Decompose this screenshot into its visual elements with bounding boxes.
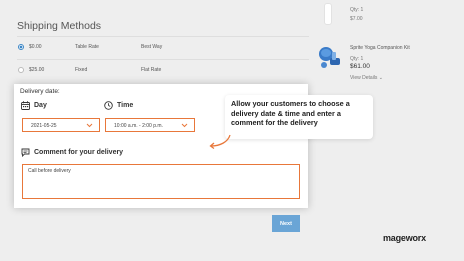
- radio-unselected-icon[interactable]: [18, 67, 24, 73]
- comment-label: Comment for your delivery: [21, 148, 123, 157]
- shipping-price: $25.00: [29, 67, 45, 73]
- divider: [17, 59, 309, 60]
- shipping-row-fixed[interactable]: $25.00 Fixed Flat Rate: [17, 64, 309, 78]
- divider: [17, 36, 309, 37]
- item-qty: Qty: 1: [350, 7, 364, 13]
- calendar-icon: [21, 101, 30, 110]
- shipping-price: $0.00: [29, 44, 42, 50]
- chevron-down-icon: [181, 123, 188, 128]
- time-select-value: 10:00 a.m. - 2:00 p.m.: [114, 123, 163, 129]
- curved-arrow-icon: [209, 134, 231, 150]
- day-label: Day: [21, 101, 47, 110]
- shipping-row-table-rate[interactable]: $0.00 Table Rate Best Way: [17, 41, 309, 55]
- chevron-down-icon: [86, 123, 93, 128]
- comment-label-text: Comment for your delivery: [34, 149, 124, 156]
- day-select-value: 2021-05-25: [31, 123, 57, 129]
- brand-logo: mageworx: [383, 233, 426, 243]
- checkout-page: Shipping Methods $0.00 Table Rate Best W…: [0, 0, 464, 261]
- day-label-text: Day: [34, 102, 47, 109]
- day-select[interactable]: 2021-05-25: [22, 118, 100, 132]
- shipping-method: Fixed: [75, 67, 88, 73]
- item-price: $7.00: [350, 16, 363, 22]
- order-summary: Qty: 1 $7.00 Sprite Yoga Companion Kit Q…: [308, 0, 460, 90]
- time-select[interactable]: 10:00 a.m. - 2:00 p.m.: [105, 118, 195, 132]
- clock-icon: [104, 101, 113, 110]
- radio-selected-icon[interactable]: [18, 44, 24, 50]
- comment-icon: [21, 148, 30, 157]
- shipping-carrier: Best Way: [141, 44, 163, 50]
- yoga-kit-product-image: [319, 47, 340, 68]
- time-label-text: Time: [117, 102, 134, 109]
- next-button[interactable]: Next: [272, 215, 300, 232]
- product-thumbnail: [324, 3, 332, 25]
- shipping-carrier: Flat Rate: [141, 67, 162, 73]
- shipping-methods-title: Shipping Methods: [17, 20, 102, 32]
- time-label: Time: [104, 101, 133, 110]
- shipping-method: Table Rate: [75, 44, 99, 50]
- delivery-comment-textarea[interactable]: Call before delivery: [22, 164, 300, 199]
- item-name: Sprite Yoga Companion Kit: [350, 45, 410, 51]
- delivery-date-title: Delivery date:: [20, 88, 60, 95]
- feature-callout: Allow your customers to choose a deliver…: [225, 95, 373, 139]
- item-price: $61.00: [350, 63, 370, 70]
- view-details-link[interactable]: View Details ⌄: [350, 75, 383, 81]
- item-qty: Qty: 1: [350, 56, 364, 62]
